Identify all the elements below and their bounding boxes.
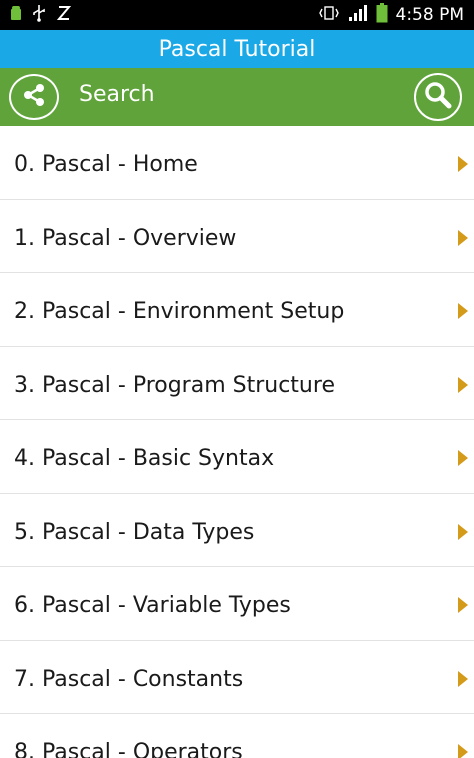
app-title-bar: Pascal Tutorial	[0, 30, 474, 68]
list-item[interactable]: 5. Pascal - Data Types	[0, 493, 474, 567]
list-item[interactable]: 2. Pascal - Environment Setup	[0, 273, 474, 347]
chevron-right-icon	[458, 597, 468, 613]
signal-icon	[348, 4, 368, 26]
notification-icons	[10, 4, 72, 26]
list-item-label: 2. Pascal - Environment Setup	[14, 299, 345, 324]
list-item-label: 6. Pascal - Variable Types	[14, 593, 291, 618]
list-item[interactable]: 7. Pascal - Constants	[0, 640, 474, 714]
status-bar: 4:58 PM	[0, 0, 474, 30]
list-item-label: 8. Pascal - Operators	[14, 740, 243, 758]
system-icons: 4:58 PM	[318, 3, 465, 27]
share-icon	[21, 82, 47, 112]
list-item-label: 7. Pascal - Constants	[14, 666, 244, 692]
android-notification-icon	[10, 5, 22, 25]
chevron-right-icon	[458, 156, 468, 172]
list-item[interactable]: 1. Pascal - Overview	[0, 199, 474, 273]
list-item[interactable]: 3. Pascal - Program Structure	[0, 346, 474, 420]
list-item[interactable]: 8. Pascal - Operators	[0, 714, 474, 758]
vibrate-icon	[318, 5, 340, 25]
status-time: 4:58 PM	[395, 5, 465, 25]
search-label[interactable]: Search	[79, 82, 155, 107]
list-item-label: 1. Pascal - Overview	[14, 225, 237, 251]
search-button[interactable]	[414, 73, 462, 121]
chevron-right-icon	[458, 670, 468, 687]
chevron-right-icon	[458, 744, 468, 758]
list-item-label: 0. Pascal - Home	[14, 152, 198, 177]
list-item[interactable]: 4. Pascal - Basic Syntax	[0, 420, 474, 494]
sync-icon	[56, 4, 72, 26]
list-item-label: 5. Pascal - Data Types	[14, 519, 255, 545]
chevron-right-icon	[458, 303, 468, 319]
battery-icon	[376, 3, 388, 27]
search-bar: Search	[0, 68, 474, 126]
share-button[interactable]	[9, 74, 59, 120]
lesson-list: 0. Pascal - Home 1. Pascal - Overview 2.…	[0, 126, 474, 758]
chevron-right-icon	[458, 523, 468, 540]
list-item[interactable]: 0. Pascal - Home	[0, 126, 474, 200]
search-icon	[423, 80, 453, 114]
usb-icon	[32, 4, 46, 26]
chevron-right-icon	[458, 229, 468, 246]
list-item-label: 3. Pascal - Program Structure	[14, 372, 335, 398]
app-title: Pascal Tutorial	[158, 36, 316, 62]
list-item-label: 4. Pascal - Basic Syntax	[14, 446, 275, 471]
list-item[interactable]: 6. Pascal - Variable Types	[0, 567, 474, 641]
chevron-right-icon	[458, 450, 468, 466]
chevron-right-icon	[458, 376, 468, 393]
